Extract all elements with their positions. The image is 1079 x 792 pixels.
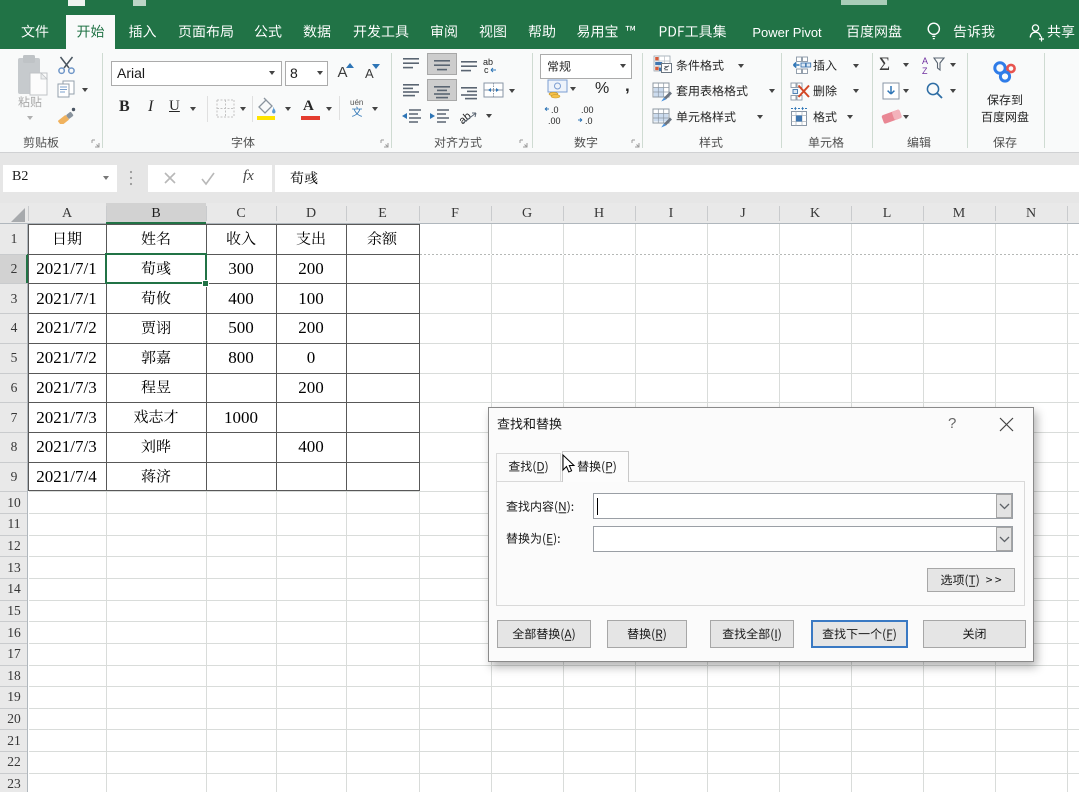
svg-text:.0: .0 [551,105,559,115]
svg-text:Z: Z [922,66,928,75]
svg-text:.00: .00 [581,105,594,115]
svg-text:ab: ab [459,110,474,126]
svg-text:.0: .0 [585,116,593,126]
svg-text:A: A [922,56,928,66]
svg-text:.00: .00 [548,116,561,126]
svg-text:c: c [484,65,489,74]
